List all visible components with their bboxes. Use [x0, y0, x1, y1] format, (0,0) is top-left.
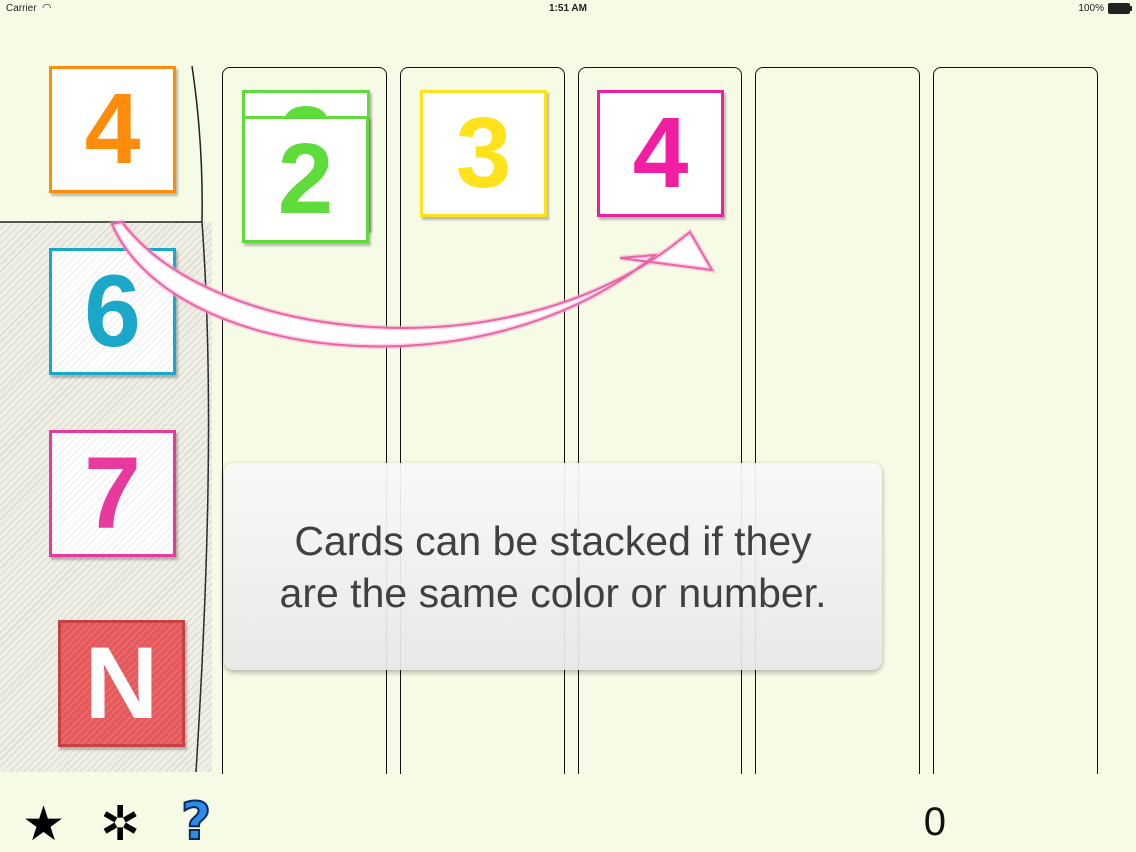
- gear-icon[interactable]: ✲: [100, 796, 140, 852]
- column-card-number: 3: [455, 97, 512, 209]
- battery-percent: 100%: [1078, 3, 1104, 14]
- score-counter: 0: [923, 800, 946, 844]
- hand-card[interactable]: N: [58, 620, 185, 747]
- column-card-number: 4: [632, 97, 689, 209]
- draw-card-number: 4: [84, 73, 141, 185]
- play-column-5[interactable]: [933, 67, 1098, 774]
- battery-indicator: 100%: [1078, 3, 1132, 14]
- star-icon[interactable]: ★: [22, 796, 65, 852]
- hand-card-number: N: [84, 626, 159, 740]
- tutorial-popup[interactable]: Cards can be stacked if they are the sam…: [224, 463, 882, 670]
- status-time: 1:51 AM: [549, 3, 587, 14]
- battery-icon: [1108, 3, 1132, 14]
- hand-card[interactable]: 7: [49, 430, 176, 557]
- tutorial-message: Cards can be stacked if they are the sam…: [279, 517, 827, 616]
- hand-card-number: 7: [84, 436, 141, 550]
- help-icon[interactable]: ?: [180, 791, 212, 852]
- tutorial-arrow: [108, 219, 717, 350]
- column-card[interactable]: 4: [597, 90, 724, 217]
- column-card[interactable]: 3: [420, 90, 547, 217]
- status-bar: Carrier ◠ 1:51 AM 100%: [0, 0, 1136, 18]
- draw-card[interactable]: 4: [49, 66, 176, 193]
